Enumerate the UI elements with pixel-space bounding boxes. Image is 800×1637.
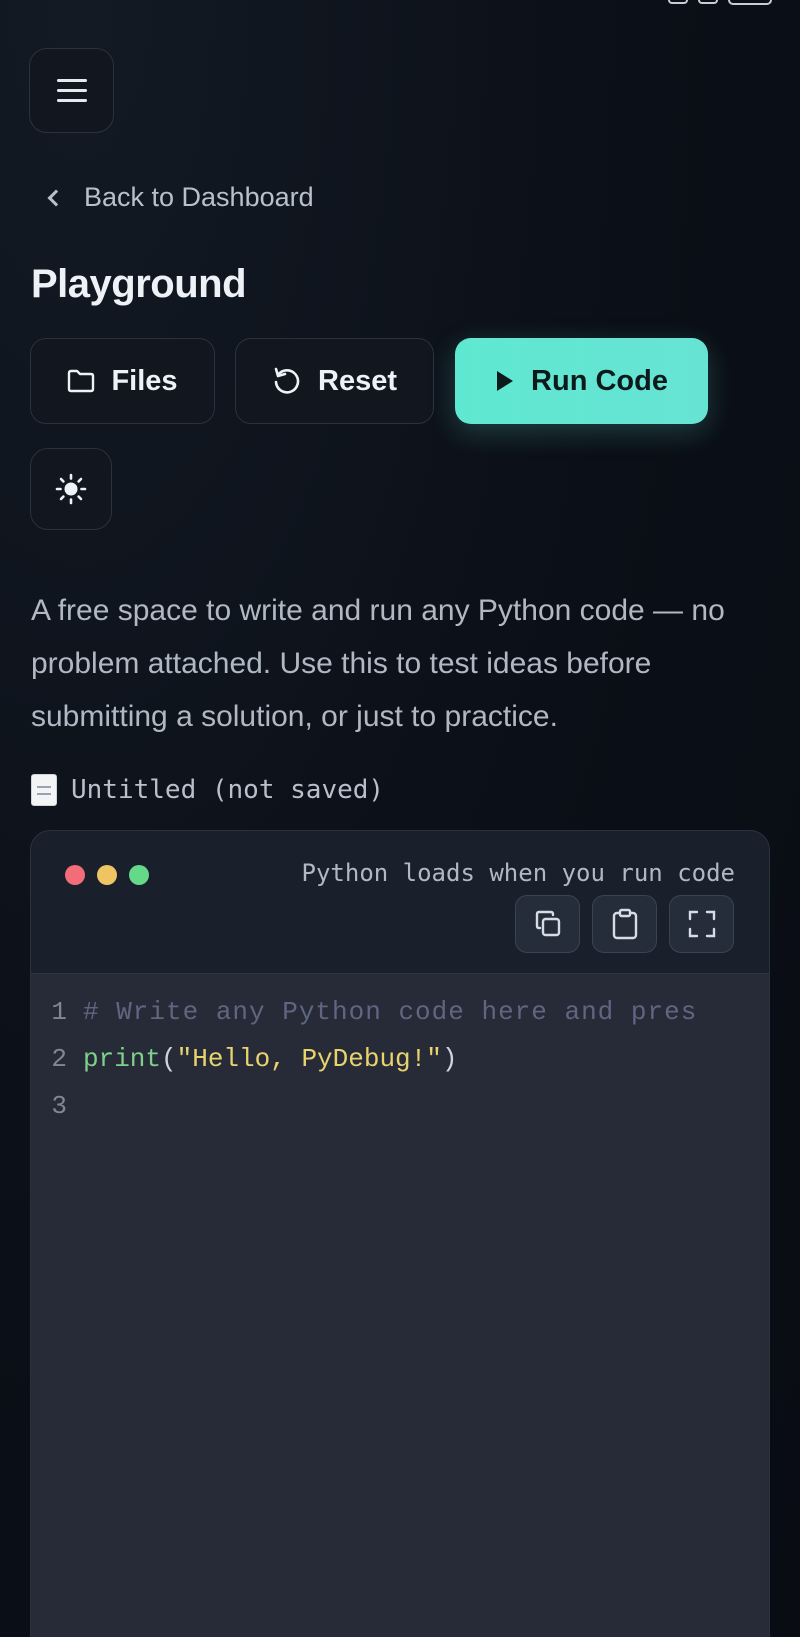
line-number: 2	[51, 1043, 67, 1074]
code-editor: Python loads when you run code 1 # Write…	[30, 830, 770, 1637]
chevron-left-icon	[47, 189, 65, 206]
menu-button[interactable]	[29, 48, 114, 133]
line-number: 1	[51, 996, 67, 1027]
reset-icon	[274, 367, 300, 394]
hamburger-icon	[56, 79, 87, 82]
code-string: "Hello, PyDebug!"	[176, 1043, 442, 1074]
back-to-dashboard-link[interactable]: Back to Dashboard	[44, 182, 314, 213]
code-area[interactable]: 1 # Write any Python code here and pres …	[31, 974, 769, 1129]
document-icon	[31, 774, 57, 806]
window-minimize-dot	[97, 865, 117, 885]
folder-icon	[68, 369, 95, 393]
signal-icon	[668, 0, 688, 4]
files-button-label: Files	[111, 364, 178, 397]
play-icon	[497, 371, 514, 391]
files-button[interactable]: Files	[30, 338, 215, 424]
paste-button[interactable]	[592, 895, 657, 953]
paste-icon	[612, 908, 637, 940]
code-line[interactable]: 1 # Write any Python code here and pres	[31, 988, 769, 1035]
back-link-label: Back to Dashboard	[84, 182, 314, 212]
python-load-hint: Python loads when you run code	[301, 859, 735, 887]
fullscreen-button[interactable]	[669, 895, 734, 953]
reset-button[interactable]: Reset	[235, 338, 434, 424]
theme-toggle-button[interactable]	[30, 448, 112, 530]
copy-button[interactable]	[515, 895, 580, 953]
sun-icon	[55, 473, 87, 505]
run-code-button-label: Run Code	[531, 364, 668, 397]
file-name: Untitled (not saved)	[31, 774, 384, 806]
reset-button-label: Reset	[318, 364, 397, 397]
code-paren-open: (	[161, 1043, 177, 1074]
editor-header: Python loads when you run code	[31, 831, 769, 974]
page-description: A free space to write and run any Python…	[31, 594, 725, 733]
window-maximize-dot	[129, 865, 149, 885]
copy-icon	[535, 910, 560, 937]
status-bar	[668, 0, 772, 6]
run-code-button[interactable]: Run Code	[455, 338, 708, 424]
code-line[interactable]: 3	[31, 1082, 769, 1129]
wifi-icon	[698, 0, 718, 4]
file-name-text: Untitled (not saved)	[71, 775, 385, 805]
line-number: 3	[51, 1090, 67, 1121]
fullscreen-icon	[688, 910, 715, 938]
page-title: Playground	[31, 262, 247, 306]
code-function: print	[83, 1043, 162, 1074]
code-line[interactable]: 2 print("Hello, PyDebug!")	[31, 1035, 769, 1082]
battery-icon	[728, 0, 772, 5]
window-close-dot	[65, 865, 85, 885]
code-paren-close: )	[441, 1043, 458, 1074]
code-comment: # Write any Python code here and pres	[83, 996, 698, 1027]
